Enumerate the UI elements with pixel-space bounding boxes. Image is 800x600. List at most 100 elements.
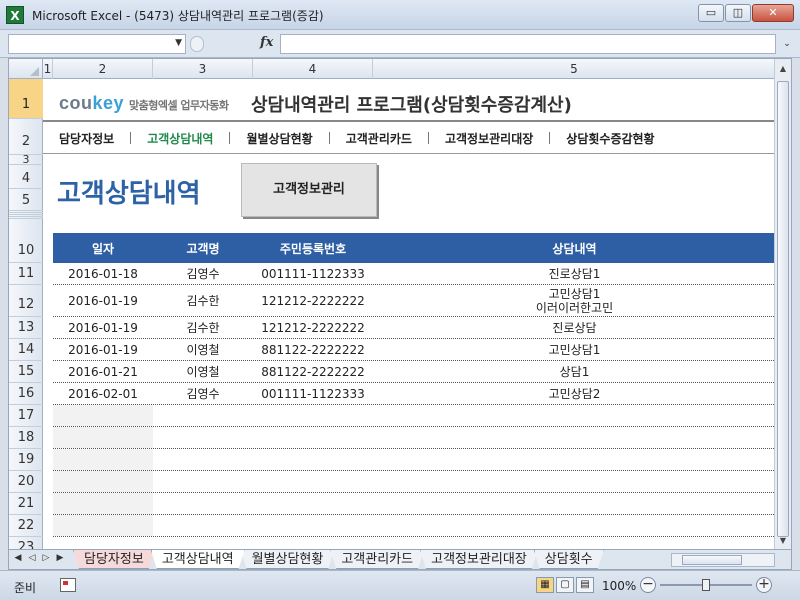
nav-item-consultation-history[interactable]: 고객상담내역 xyxy=(131,130,229,147)
row-header[interactable]: 4 xyxy=(9,165,43,189)
normal-view-icon[interactable]: ▦ xyxy=(536,577,554,593)
next-sheet-icon[interactable]: ▷ xyxy=(39,553,53,563)
tab-monthly-status[interactable]: 월별상담현황 xyxy=(241,550,335,569)
cell-name[interactable]: 김수한 xyxy=(153,321,253,335)
cell-id[interactable]: 121212-2222222 xyxy=(253,294,373,308)
cell-id[interactable]: 881122-2222222 xyxy=(253,343,373,357)
chevron-down-icon[interactable]: ▼ xyxy=(175,38,182,48)
row-header[interactable]: 19 xyxy=(9,449,43,471)
column-header[interactable]: 1 xyxy=(43,59,53,79)
row-header[interactable]: 1 xyxy=(9,79,43,119)
page-break-view-icon[interactable]: ▤ xyxy=(576,577,594,593)
nav-item-customer-card[interactable]: 고객관리카드 xyxy=(330,130,428,147)
cell-date[interactable]: 2016-01-18 xyxy=(53,267,153,281)
empty-table-row[interactable] xyxy=(53,449,776,471)
scroll-up-icon[interactable]: ▲ xyxy=(777,63,789,75)
table-row[interactable]: 2016-01-19 이영철 881122-2222222 고민상담1 xyxy=(53,339,776,361)
row-header[interactable]: 16 xyxy=(9,383,43,405)
cell-consultation[interactable]: 진로상담 xyxy=(373,321,776,335)
scroll-thumb[interactable] xyxy=(777,81,789,537)
customer-info-management-button[interactable]: 고객정보관리 xyxy=(241,163,377,217)
column-header[interactable]: 2 xyxy=(53,59,153,79)
table-row[interactable]: 2016-01-19 김수한 121212-2222222 진로상담 xyxy=(53,317,776,339)
minimize-button[interactable]: ▭ xyxy=(698,4,724,22)
cell-consultation[interactable]: 고민상담1 이러이러한고민 xyxy=(373,287,776,315)
zoom-slider-handle[interactable] xyxy=(702,579,710,591)
empty-table-row[interactable] xyxy=(53,493,776,515)
table-row[interactable]: 2016-01-19 김수한 121212-2222222 고민상담1 이러이러… xyxy=(53,285,776,317)
cell-id[interactable]: 881122-2222222 xyxy=(253,365,373,379)
table-row[interactable]: 2016-01-21 이영철 881122-2222222 상담1 xyxy=(53,361,776,383)
nav-item-monthly-status[interactable]: 월별상담현황 xyxy=(230,130,328,147)
zoom-in-icon[interactable]: + xyxy=(756,577,772,593)
cell-id[interactable]: 121212-2222222 xyxy=(253,321,373,335)
close-button[interactable]: ✕ xyxy=(752,4,794,22)
tab-manager-info[interactable]: 담당자정보 xyxy=(73,550,155,569)
cell-name[interactable]: 이영철 xyxy=(153,365,253,379)
row-header[interactable]: 22 xyxy=(9,515,43,537)
cell-name[interactable]: 김영수 xyxy=(153,267,253,281)
scroll-thumb[interactable] xyxy=(682,555,742,565)
empty-table-row[interactable] xyxy=(53,471,776,493)
row-header[interactable]: 13 xyxy=(9,317,43,339)
nav-item-count-change[interactable]: 상담횟수증감현황 xyxy=(550,130,670,147)
row-header[interactable]: 5 xyxy=(9,189,43,211)
formula-input[interactable] xyxy=(280,34,776,54)
row-header[interactable]: 11 xyxy=(9,263,43,285)
row-header[interactable]: 18 xyxy=(9,427,43,449)
empty-table-row[interactable] xyxy=(53,405,776,427)
name-box[interactable]: ▼ xyxy=(8,34,186,54)
page-layout-view-icon[interactable]: ▢ xyxy=(556,577,574,593)
cell-date[interactable]: 2016-01-19 xyxy=(53,294,153,308)
zoom-out-icon[interactable]: − xyxy=(640,577,656,593)
cell-date[interactable]: 2016-01-19 xyxy=(53,343,153,357)
row-header[interactable]: 15 xyxy=(9,361,43,383)
column-header[interactable]: 5 xyxy=(373,59,776,79)
cell-consultation[interactable]: 상담1 xyxy=(373,365,776,379)
row-header[interactable]: 17 xyxy=(9,405,43,427)
row-header[interactable]: 12 xyxy=(9,285,43,317)
empty-table-row[interactable] xyxy=(53,515,776,537)
row-header[interactable]: 23 xyxy=(9,537,43,549)
row-header[interactable]: 2 xyxy=(9,119,43,155)
tab-consultation-history[interactable]: 고객상담내역 xyxy=(151,550,245,569)
tab-count-change[interactable]: 상담횟수 xyxy=(534,550,604,569)
nav-item-manager-info[interactable]: 담당자정보 xyxy=(43,130,130,147)
vertical-scrollbar[interactable]: ▲ ▼ xyxy=(774,59,791,549)
horizontal-scrollbar[interactable] xyxy=(671,553,775,567)
cell-consultation[interactable]: 고민상담1 xyxy=(373,343,776,357)
row-header[interactable]: 10 xyxy=(9,219,43,263)
cell-name[interactable]: 이영철 xyxy=(153,343,253,357)
nav-item-customer-ledger[interactable]: 고객정보관리대장 xyxy=(429,130,549,147)
scroll-down-icon[interactable]: ▼ xyxy=(777,535,789,547)
zoom-level[interactable]: 100% xyxy=(602,579,636,593)
tab-customer-card[interactable]: 고객관리카드 xyxy=(330,550,424,569)
row-header[interactable]: 14 xyxy=(9,339,43,361)
cell-id[interactable]: 001111-1122333 xyxy=(253,267,373,281)
cell-consultation[interactable]: 진로상담1 xyxy=(373,267,776,281)
empty-table-row[interactable] xyxy=(53,427,776,449)
tab-customer-ledger[interactable]: 고객정보관리대장 xyxy=(420,550,538,569)
restore-button[interactable]: ◫ xyxy=(725,4,751,22)
last-sheet-icon[interactable]: ▶ xyxy=(53,553,67,563)
cell-date[interactable]: 2016-02-01 xyxy=(53,387,153,401)
resize-grip-icon[interactable] xyxy=(190,36,204,52)
cell-consultation[interactable]: 고민상담2 xyxy=(373,387,776,401)
cell-name[interactable]: 김수한 xyxy=(153,294,253,308)
row-header[interactable]: 21 xyxy=(9,493,43,515)
cell-name[interactable]: 김영수 xyxy=(153,387,253,401)
column-header[interactable]: 4 xyxy=(253,59,373,79)
row-header[interactable]: 3 xyxy=(9,154,43,165)
table-row[interactable]: 2016-01-18 김영수 001111-1122333 진로상담1 xyxy=(53,263,776,285)
column-header[interactable]: 3 xyxy=(153,59,253,79)
macro-record-icon[interactable] xyxy=(60,578,76,592)
insert-function-button[interactable]: fx xyxy=(260,35,273,50)
cell-date[interactable]: 2016-01-19 xyxy=(53,321,153,335)
expand-formula-icon[interactable]: ⌄ xyxy=(780,36,794,52)
prev-sheet-icon[interactable]: ◁ xyxy=(25,553,39,563)
cell-id[interactable]: 001111-1122333 xyxy=(253,387,373,401)
table-row[interactable]: 2016-02-01 김영수 001111-1122333 고민상담2 xyxy=(53,383,776,405)
first-sheet-icon[interactable]: ◀ xyxy=(11,553,25,563)
cell-date[interactable]: 2016-01-21 xyxy=(53,365,153,379)
select-all-corner[interactable] xyxy=(9,59,43,79)
